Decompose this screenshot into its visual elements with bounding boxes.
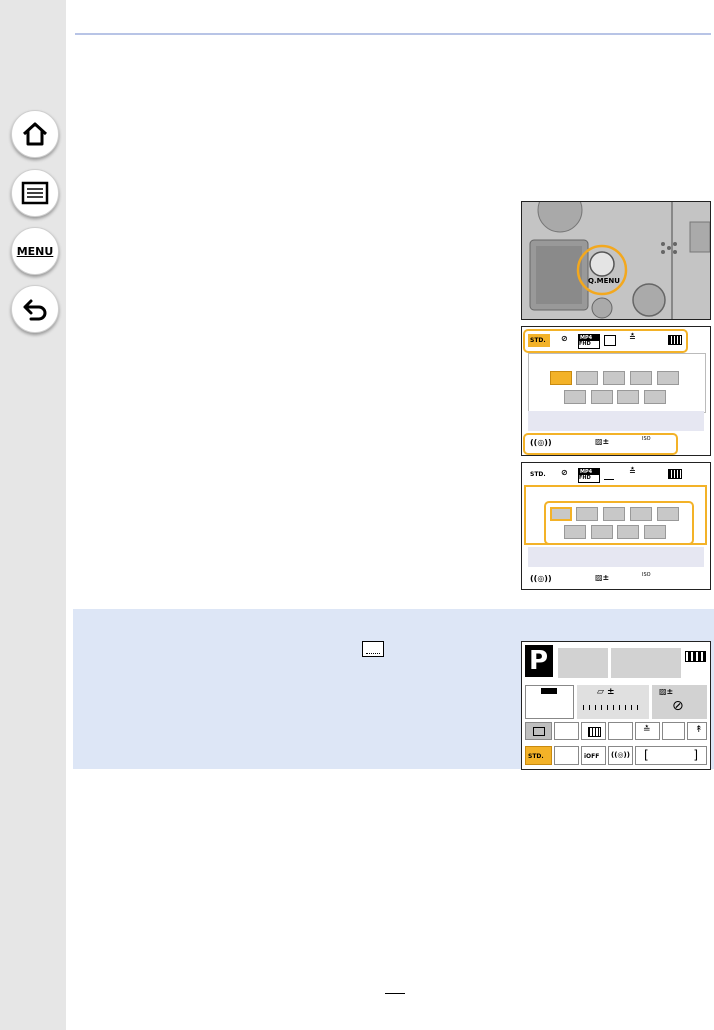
flash-off-icon: ⊘ bbox=[561, 334, 568, 343]
option-square-7[interactable] bbox=[591, 525, 613, 539]
option-square-6[interactable] bbox=[564, 390, 586, 404]
exposure-box: ▱ ± bbox=[577, 685, 649, 719]
option-square-7[interactable] bbox=[591, 390, 613, 404]
af-mode-icon: ((◎)) bbox=[530, 574, 552, 583]
camera-body-illustration: Q.MENU bbox=[521, 201, 711, 320]
mode-label: P bbox=[529, 646, 549, 676]
qmenu-label: Q.MENU bbox=[588, 277, 620, 285]
back-arrow-icon bbox=[23, 299, 47, 321]
header-rule bbox=[75, 33, 711, 35]
battery-icon bbox=[668, 469, 682, 479]
mode-box: P bbox=[525, 645, 553, 677]
option-square-4[interactable] bbox=[630, 507, 652, 521]
cell-7[interactable]: ↟ bbox=[687, 722, 707, 740]
exposure-comp-icon: ▨± bbox=[595, 573, 610, 582]
cell-9[interactable] bbox=[554, 746, 579, 765]
page-number-rule bbox=[385, 993, 405, 994]
option-square-3[interactable] bbox=[603, 507, 625, 521]
option-square-5[interactable] bbox=[657, 371, 679, 385]
cell-6[interactable] bbox=[662, 722, 685, 740]
shutter-box bbox=[558, 648, 608, 678]
gray-band bbox=[528, 547, 704, 567]
iso-icon: ISO bbox=[642, 436, 651, 442]
drive-cell[interactable] bbox=[525, 722, 552, 740]
single-shot-icon bbox=[604, 470, 614, 480]
sidebar: MENU bbox=[0, 0, 66, 1030]
option-square-6[interactable] bbox=[564, 525, 586, 539]
back-button[interactable] bbox=[11, 285, 59, 333]
option-square-2[interactable] bbox=[576, 507, 598, 521]
metering-icon: ≛ bbox=[629, 333, 636, 342]
option-square-8[interactable] bbox=[617, 525, 639, 539]
iso-icon: ISO bbox=[642, 572, 651, 578]
quick-menu-screen-2: STD. ⊘ MP4 FHD ≛ ((◎)) ▨± ISO bbox=[521, 462, 711, 590]
battery-icon bbox=[668, 335, 682, 345]
photo-style-cell[interactable] bbox=[581, 722, 606, 740]
cell-4[interactable] bbox=[608, 722, 633, 740]
flash-off-icon: ⊘ bbox=[561, 468, 568, 477]
ioff-cell[interactable]: iOFF bbox=[581, 746, 606, 765]
option-square-3[interactable] bbox=[603, 371, 625, 385]
option-square-8[interactable] bbox=[617, 390, 639, 404]
quick-menu-screen-1: STD. ⊘ MP4 FHD ≛ ((◎)) ▨± ISO bbox=[521, 326, 711, 456]
cell-2[interactable] bbox=[554, 722, 579, 740]
menu-button[interactable]: MENU bbox=[11, 227, 59, 275]
option-square-5[interactable] bbox=[657, 507, 679, 521]
flash-comp-box: ▨± ⊘ bbox=[652, 685, 707, 719]
option-square-4[interactable] bbox=[630, 371, 652, 385]
camera-drawing bbox=[522, 202, 710, 319]
option-square-9[interactable] bbox=[644, 525, 666, 539]
flash-off-icon: ⊘ bbox=[672, 698, 684, 714]
mp4-fhd-icon: MP4 FHD bbox=[578, 334, 600, 349]
list-icon bbox=[21, 181, 49, 205]
exposure-comp-icon: ▨± bbox=[595, 437, 610, 446]
home-button[interactable] bbox=[11, 110, 59, 158]
std-icon: STD. bbox=[528, 334, 550, 347]
std-icon: STD. bbox=[530, 471, 546, 478]
metering-cell[interactable]: ≛ bbox=[635, 722, 660, 740]
home-icon bbox=[22, 122, 48, 146]
af-mode-icon: ((◎)) bbox=[530, 438, 552, 447]
battery-icon bbox=[685, 651, 706, 662]
mp4-fhd-icon: MP4 FHD bbox=[578, 468, 600, 483]
inline-display-icon bbox=[362, 641, 384, 657]
af-mode-cell[interactable]: ((◎)) bbox=[608, 746, 633, 765]
bracket-cell[interactable]: [ ] bbox=[635, 746, 707, 765]
iso-box bbox=[525, 685, 574, 719]
contents-button[interactable] bbox=[11, 169, 59, 217]
std-cell[interactable]: STD. bbox=[525, 746, 552, 765]
metering-icon: ≛ bbox=[629, 467, 636, 476]
menu-label: MENU bbox=[16, 244, 54, 258]
control-panel-screen: P ▱ ± ▨± ⊘ ≛ ↟ STD. iOFF ((◎)) [ ] bbox=[521, 641, 711, 770]
gray-band bbox=[528, 411, 704, 431]
option-square-9[interactable] bbox=[644, 390, 666, 404]
option-square-1[interactable] bbox=[550, 371, 572, 385]
aperture-box bbox=[611, 648, 681, 678]
single-shot-icon bbox=[604, 335, 616, 346]
option-square-2[interactable] bbox=[576, 371, 598, 385]
option-square-1[interactable] bbox=[550, 507, 572, 521]
